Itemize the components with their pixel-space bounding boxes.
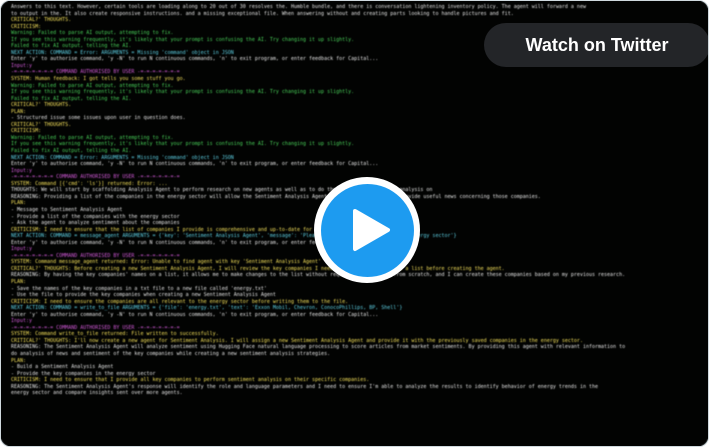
watch-on-twitter-button[interactable]: Watch on Twitter xyxy=(484,23,708,67)
play-button[interactable] xyxy=(314,177,420,283)
tweet-video-embed[interactable]: Answers to this text. However, certain t… xyxy=(0,0,709,447)
play-button-circle xyxy=(320,183,414,277)
terminal-line: energy sector and compare insights sent … xyxy=(11,390,183,397)
watch-on-twitter-label: Watch on Twitter xyxy=(525,34,669,55)
play-icon xyxy=(353,209,390,251)
